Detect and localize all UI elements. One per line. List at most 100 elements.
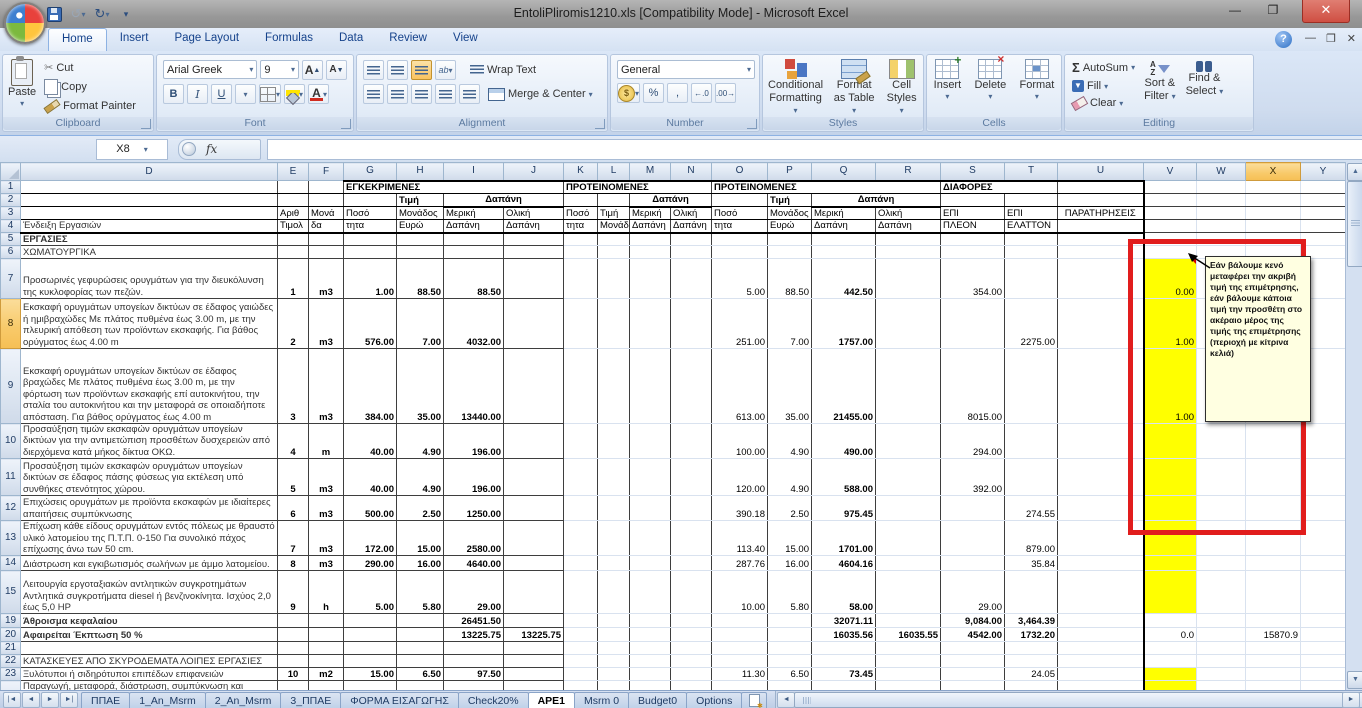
top-align-button[interactable] [363, 60, 384, 80]
cell-R11[interactable] [876, 459, 941, 496]
cell-X15[interactable] [1246, 571, 1301, 614]
cell-R8[interactable] [876, 299, 941, 349]
cell-D19[interactable]: Άθροισμα κεφαλαίου [21, 614, 278, 628]
cell-T9[interactable] [1005, 349, 1058, 424]
column-header-O[interactable]: O [712, 163, 768, 181]
window-close-button[interactable]: ✕ [1302, 0, 1350, 23]
cell-D3[interactable] [21, 207, 278, 220]
decrease-indent-button[interactable] [435, 84, 456, 104]
cell-E21[interactable] [278, 642, 309, 655]
cell-L2[interactable] [598, 194, 630, 207]
cell-R12[interactable] [876, 496, 941, 521]
cell-I20[interactable]: 13225.75 [444, 628, 504, 642]
scroll-down-arrow[interactable]: ▼ [1347, 671, 1362, 689]
cell-P11[interactable]: 4.90 [768, 459, 812, 496]
insert-cells-button[interactable]: Insert▾ [929, 55, 967, 117]
cell-F10[interactable]: m [309, 424, 344, 459]
cell-H24[interactable]: 75.50 [397, 681, 444, 690]
cell-Q13[interactable]: 1701.00 [812, 521, 876, 556]
cell-J22[interactable] [504, 655, 564, 668]
last-sheet-button[interactable]: ►| [60, 692, 78, 708]
number-format-combo[interactable]: General▾ [617, 60, 755, 79]
cell-X4[interactable] [1246, 220, 1301, 233]
cell-Y24[interactable] [1301, 681, 1346, 690]
cell-U3[interactable]: ΠΑΡΑΤΗΡΗΣΕΙΣ [1058, 207, 1144, 220]
cell-D5[interactable]: ΕΡΓΑΣΙΕΣ [21, 233, 278, 246]
cell-M5[interactable] [630, 233, 671, 246]
cell-D22[interactable]: ΚΑΤΑΣΚΕΥΕΣ ΑΠΟ ΣΚΥΡΟΔΕΜΑΤΑ ΛΟΙΠΕΣ ΕΡΓΑΣΙ… [21, 655, 278, 668]
cell-G2[interactable] [344, 194, 397, 207]
cell-N5[interactable] [671, 233, 712, 246]
cell-N14[interactable] [671, 556, 712, 571]
cell-H15[interactable]: 5.80 [397, 571, 444, 614]
cell-G8[interactable]: 576.00 [344, 299, 397, 349]
cell-E22[interactable] [278, 655, 309, 668]
cell-M22[interactable] [630, 655, 671, 668]
cell-M4[interactable]: Δαπάνη [630, 220, 671, 233]
cell-F24[interactable]: m3 [309, 681, 344, 690]
cell-Q6[interactable] [812, 246, 876, 259]
cell-W4[interactable] [1197, 220, 1246, 233]
cell-M19[interactable] [630, 614, 671, 628]
sheet-tab-ΑΡΕ1[interactable]: ΑΡΕ1 [528, 692, 575, 708]
paste-button[interactable]: Paste▾ [3, 55, 41, 117]
cell-L12[interactable] [598, 496, 630, 521]
column-header-K[interactable]: K [564, 163, 598, 181]
increase-indent-button[interactable] [459, 84, 480, 104]
cell-X1[interactable] [1246, 181, 1301, 194]
cell-J12[interactable] [504, 496, 564, 521]
cell-G9[interactable]: 384.00 [344, 349, 397, 424]
ribbon-tab-home[interactable]: Home [48, 28, 107, 51]
cell-G6[interactable] [344, 246, 397, 259]
cell-U14[interactable] [1058, 556, 1144, 571]
cell-K20[interactable] [564, 628, 598, 642]
cell-X14[interactable] [1246, 556, 1301, 571]
cell-K2[interactable] [564, 194, 598, 207]
cell-O24[interactable]: 1.08 [712, 681, 768, 690]
cell-L19[interactable] [598, 614, 630, 628]
cell-S14[interactable] [941, 556, 1005, 571]
cell-L24[interactable] [598, 681, 630, 690]
cell-P4[interactable]: Ευρώ [768, 220, 812, 233]
cell-V14[interactable] [1144, 556, 1197, 571]
cell-D24[interactable]: Παραγωγή, μεταφορά, διάστρωση, συμπύκνωσ… [21, 681, 278, 690]
decrease-decimal-button[interactable]: .00→ [715, 83, 736, 103]
row-header-7[interactable]: 7 [1, 259, 21, 299]
cell-M9[interactable] [630, 349, 671, 424]
cell-E12[interactable]: 6 [278, 496, 309, 521]
cell-Q8[interactable]: 1757.00 [812, 299, 876, 349]
column-header-J[interactable]: J [504, 163, 564, 181]
cell-Q10[interactable]: 490.00 [812, 424, 876, 459]
cell-T15[interactable] [1005, 571, 1058, 614]
cell-M6[interactable] [630, 246, 671, 259]
cell-Y20[interactable] [1301, 628, 1346, 642]
cell-O19[interactable] [712, 614, 768, 628]
cell-F6[interactable] [309, 246, 344, 259]
cell-M10[interactable] [630, 424, 671, 459]
cell-M3[interactable]: Μερική [630, 207, 671, 220]
merge-center-button[interactable]: Merge & Center▾ [485, 87, 596, 102]
column-header-E[interactable]: E [278, 163, 309, 181]
cell-S1[interactable]: ΔΙΑΦΟΡΕΣ [941, 181, 1058, 194]
ribbon-tab-page-layout[interactable]: Page Layout [161, 28, 252, 51]
cell-J10[interactable] [504, 424, 564, 459]
sheet-tab-1_An_Msrm[interactable]: 1_An_Msrm [129, 692, 206, 708]
cell-G10[interactable]: 40.00 [344, 424, 397, 459]
cell-F15[interactable]: h [309, 571, 344, 614]
cell-O1[interactable]: ΠΡΟΤΕΙΝΟΜΕΝΕΣ [712, 181, 941, 194]
cell-Y15[interactable] [1301, 571, 1346, 614]
office-button[interactable] [4, 2, 46, 44]
increase-decimal-button[interactable]: ←.0 [691, 83, 712, 103]
column-header-T[interactable]: T [1005, 163, 1058, 181]
cell-I19[interactable]: 26451.50 [444, 614, 504, 628]
cell-O7[interactable]: 5.00 [712, 259, 768, 299]
cell-D20[interactable]: Αφαιρείται Έκπτωση 50 % [21, 628, 278, 642]
horizontal-scrollbar[interactable]: ◄ ► [775, 691, 1362, 708]
cell-J23[interactable] [504, 668, 564, 681]
cell-T10[interactable] [1005, 424, 1058, 459]
cell-R21[interactable] [876, 642, 941, 655]
cell-P19[interactable] [768, 614, 812, 628]
cell-N20[interactable] [671, 628, 712, 642]
cell-Q5[interactable] [812, 233, 876, 246]
number-dialog-launcher[interactable] [747, 119, 757, 129]
